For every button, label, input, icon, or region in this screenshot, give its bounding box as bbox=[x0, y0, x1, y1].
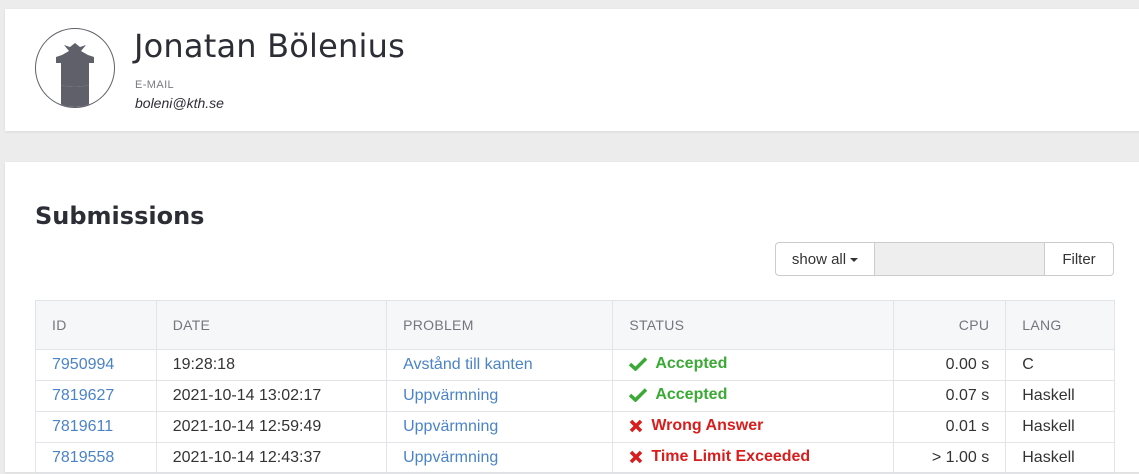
email-label: E-MAIL bbox=[135, 79, 175, 91]
problem-link[interactable]: Avstånd till kanten bbox=[403, 356, 533, 373]
table-header-row: ID DATE PROBLEM STATUS CPU LANG bbox=[35, 300, 1115, 350]
submission-id-link[interactable]: 7819558 bbox=[52, 449, 114, 466]
problem-link[interactable]: Uppvärmning bbox=[403, 449, 498, 466]
filter-bar: show all Filter bbox=[775, 242, 1114, 276]
filter-input[interactable] bbox=[875, 242, 1045, 276]
submission-lang: Haskell bbox=[1005, 442, 1115, 474]
status-text: Accepted bbox=[655, 385, 728, 403]
status-text: Wrong Answer bbox=[651, 416, 764, 434]
submission-id-link[interactable]: 7950994 bbox=[52, 356, 114, 373]
submission-lang: Haskell bbox=[1005, 380, 1115, 412]
show-all-dropdown[interactable]: show all bbox=[775, 242, 875, 276]
caret-down-icon bbox=[850, 258, 859, 262]
profile-card: Jonatan Bölenius E-MAIL boleni@kth.se bbox=[5, 9, 1139, 131]
table-row: 7819627 2021-10-14 13:02:17 Uppvärmning … bbox=[35, 380, 1115, 412]
problem-link[interactable]: Uppvärmning bbox=[403, 387, 498, 404]
submissions-title: Submissions bbox=[35, 202, 205, 230]
submission-date: 2021-10-14 12:59:49 bbox=[155, 411, 388, 443]
column-header-lang[interactable]: LANG bbox=[1005, 300, 1115, 350]
submission-lang: C bbox=[1005, 349, 1115, 381]
problem-link[interactable]: Uppvärmning bbox=[403, 418, 498, 435]
table-row: 7819611 2021-10-14 12:59:49 Uppvärmning … bbox=[35, 411, 1115, 443]
cross-icon bbox=[630, 419, 643, 432]
submissions-card: Submissions show all Filter ID DATE PROB… bbox=[5, 162, 1139, 474]
check-icon bbox=[629, 387, 648, 402]
status-badge: Accepted bbox=[629, 355, 727, 373]
status-text: Accepted bbox=[655, 354, 728, 372]
avatar bbox=[35, 28, 115, 108]
status-badge: Time Limit Exceeded bbox=[629, 448, 810, 466]
column-header-id[interactable]: ID bbox=[35, 300, 157, 350]
submission-date: 2021-10-14 13:02:17 bbox=[155, 380, 388, 412]
submission-cpu: 0.07 s bbox=[892, 380, 1007, 412]
column-header-status[interactable]: STATUS bbox=[612, 300, 894, 350]
submission-lang: Haskell bbox=[1005, 411, 1115, 443]
submission-date: 19:28:18 bbox=[155, 349, 388, 381]
cross-icon bbox=[630, 450, 643, 463]
status-badge: Wrong Answer bbox=[629, 417, 763, 435]
submission-id-link[interactable]: 7819627 bbox=[52, 387, 114, 404]
submission-date: 2021-10-14 12:43:37 bbox=[155, 442, 388, 474]
email-value: boleni@kth.se bbox=[135, 95, 224, 111]
profile-name: Jonatan Bölenius bbox=[134, 27, 405, 65]
column-header-date[interactable]: DATE bbox=[155, 300, 388, 350]
submission-cpu: 0.00 s bbox=[892, 349, 1007, 381]
submission-id-link[interactable]: 7819611 bbox=[52, 418, 113, 435]
show-all-label: show all bbox=[791, 250, 847, 268]
status-badge: Accepted bbox=[629, 386, 727, 404]
table-row: 7950994 19:28:18 Avstånd till kanten Acc… bbox=[35, 349, 1115, 381]
check-icon bbox=[629, 356, 648, 371]
submissions-table: ID DATE PROBLEM STATUS CPU LANG 7950994 … bbox=[35, 300, 1115, 474]
default-avatar-icon bbox=[56, 43, 94, 107]
table-row: 7819558 2021-10-14 12:43:37 Uppvärmning … bbox=[35, 442, 1115, 474]
submission-cpu: > 1.00 s bbox=[892, 442, 1007, 474]
submission-cpu: 0.01 s bbox=[892, 411, 1007, 443]
filter-button[interactable]: Filter bbox=[1045, 242, 1114, 276]
column-header-cpu[interactable]: CPU bbox=[892, 300, 1007, 350]
column-header-problem[interactable]: PROBLEM bbox=[386, 300, 614, 350]
status-text: Time Limit Exceeded bbox=[651, 447, 811, 465]
